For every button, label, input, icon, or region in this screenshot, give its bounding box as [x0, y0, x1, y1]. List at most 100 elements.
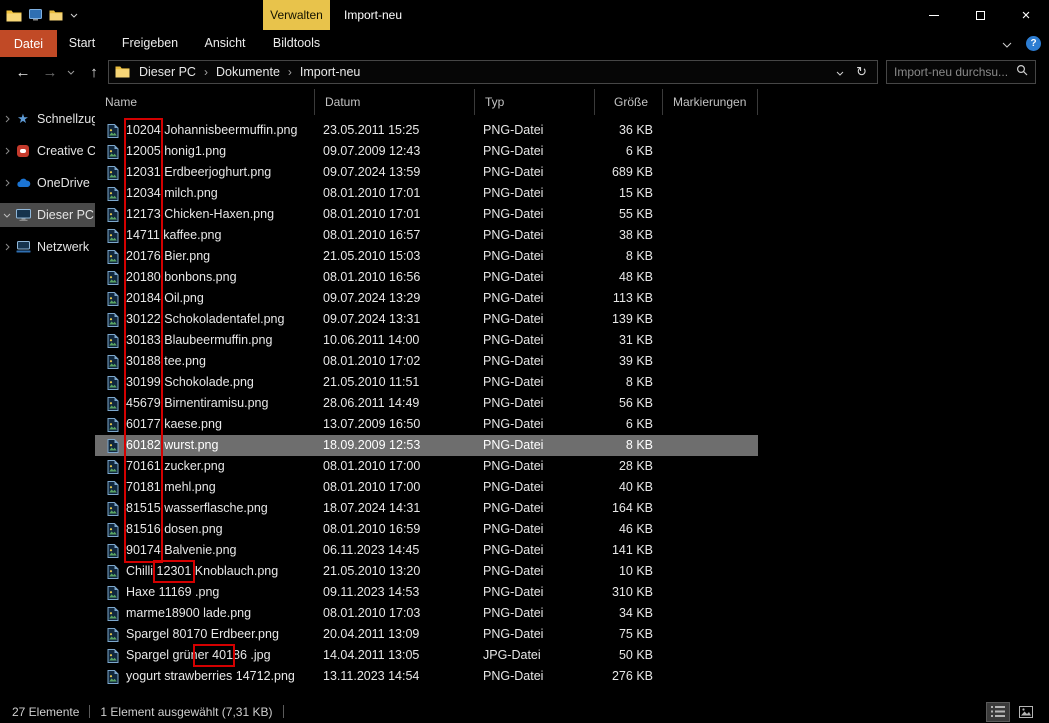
file-type: PNG-Datei	[475, 183, 595, 204]
file-date: 13.07.2009 16:50	[315, 414, 475, 435]
file-row[interactable]: 12034 milch.png 08.01.2010 17:01 PNG-Dat…	[95, 183, 758, 204]
column-header-name[interactable]: Name	[95, 89, 315, 115]
file-row[interactable]: 90174 Balvenie.png 06.11.2023 14:45 PNG-…	[95, 540, 758, 561]
file-size: 38 KB	[595, 225, 663, 246]
file-row[interactable]: 70181 mehl.png 08.01.2010 17:00 PNG-Date…	[95, 477, 758, 498]
item-count-label: 27 Elemente	[12, 705, 79, 719]
file-type: PNG-Datei	[475, 414, 595, 435]
file-row[interactable]: Haxe 11169 .png 09.11.2023 14:53 PNG-Dat…	[95, 582, 758, 603]
customize-toolbar-chevron-icon[interactable]	[70, 13, 78, 18]
address-dropdown-chevron-icon[interactable]	[836, 65, 844, 79]
column-header-markierungen[interactable]: Markierungen	[663, 89, 758, 115]
expander-chevron-icon[interactable]	[0, 243, 14, 251]
file-row[interactable]: 30199 Schokolade.png 21.05.2010 11:51 PN…	[95, 372, 758, 393]
file-row[interactable]: 20180 bonbons.png 08.01.2010 16:56 PNG-D…	[95, 267, 758, 288]
breadcrumb-import-neu[interactable]: Import-neu	[297, 65, 363, 79]
file-row[interactable]: 81516 dosen.png 08.01.2010 16:59 PNG-Dat…	[95, 519, 758, 540]
file-list: 10204 Johannisbeermuffin.png 23.05.2011 …	[95, 120, 758, 687]
file-tags	[663, 435, 758, 456]
column-header-groesse[interactable]: Größe	[595, 89, 663, 115]
close-button[interactable]: ×	[1003, 0, 1049, 30]
file-row[interactable]: 30188 tee.png 08.01.2010 17:02 PNG-Datei…	[95, 351, 758, 372]
tab-freigeben[interactable]: Freigeben	[112, 30, 188, 57]
file-row[interactable]: 14711 kaffee.png 08.01.2010 16:57 PNG-Da…	[95, 225, 758, 246]
file-name: 12034 milch.png	[126, 183, 218, 204]
file-row[interactable]: 70161 zucker.png 08.01.2010 17:00 PNG-Da…	[95, 456, 758, 477]
file-row[interactable]: 12031 Erdbeerjoghurt.png 09.07.2024 13:5…	[95, 162, 758, 183]
file-name: 70181 mehl.png	[126, 477, 216, 498]
file-row[interactable]: 20184 Oil.png 09.07.2024 13:29 PNG-Datei…	[95, 288, 758, 309]
file-row[interactable]: 81515 wasserflasche.png 18.07.2024 14:31…	[95, 498, 758, 519]
tab-datei[interactable]: Datei	[0, 30, 57, 57]
file-size: 34 KB	[595, 603, 663, 624]
file-row[interactable]: Spargel grüner 40186 .jpg 14.04.2011 13:…	[95, 645, 758, 666]
file-row[interactable]: 20176 Bier.png 21.05.2010 15:03 PNG-Date…	[95, 246, 758, 267]
expander-chevron-icon[interactable]	[0, 147, 14, 155]
file-tags	[663, 603, 758, 624]
recent-locations-chevron-icon[interactable]	[62, 57, 80, 87]
sidebar-item-quick-access[interactable]: ★ Schnellzugriff	[0, 107, 95, 131]
tab-start[interactable]: Start	[58, 30, 106, 57]
properties-button[interactable]	[29, 9, 42, 21]
forward-button[interactable]: →	[38, 57, 62, 87]
tab-bildtools[interactable]: Bildtools	[263, 30, 330, 57]
new-folder-button[interactable]	[49, 10, 63, 21]
address-bar[interactable]: Dieser PC › Dokumente › Import-neu ↻	[108, 60, 878, 84]
file-row[interactable]: 60182 wurst.png 18.09.2009 12:53 PNG-Dat…	[95, 435, 758, 456]
file-row[interactable]: 12005 honig1.png 09.07.2009 12:43 PNG-Da…	[95, 141, 758, 162]
file-size: 6 KB	[595, 414, 663, 435]
file-row[interactable]: 30122 Schokoladentafel.png 09.07.2024 13…	[95, 309, 758, 330]
file-name: Spargel grüner 40186 .jpg	[126, 645, 271, 666]
expand-ribbon-chevron-icon[interactable]	[1002, 35, 1012, 53]
file-tags	[663, 372, 758, 393]
breadcrumb-dieser-pc[interactable]: Dieser PC	[136, 65, 199, 79]
thumbnails-view-button[interactable]	[1015, 703, 1037, 721]
file-row[interactable]: 45679 Birnentiramisu.png 28.06.2011 14:4…	[95, 393, 758, 414]
file-size: 8 KB	[595, 435, 663, 456]
search-icon[interactable]	[1016, 63, 1028, 81]
file-type: PNG-Datei	[475, 561, 595, 582]
sidebar-item-creative-cloud[interactable]: Creative Cloud Files	[0, 139, 95, 163]
image-file-icon	[107, 586, 119, 600]
sidebar-item-dieser-pc[interactable]: Dieser PC	[0, 203, 95, 227]
tab-ansicht[interactable]: Ansicht	[194, 30, 256, 57]
file-row[interactable]: marme18900 lade.png 08.01.2010 17:03 PNG…	[95, 603, 758, 624]
maximize-button[interactable]	[957, 0, 1003, 30]
file-date: 18.09.2009 12:53	[315, 435, 475, 456]
file-row[interactable]: yogurt strawberries 14712.png 13.11.2023…	[95, 666, 758, 687]
file-row[interactable]: Chilli 12301 Knoblauch.png 21.05.2010 13…	[95, 561, 758, 582]
sidebar-item-netzwerk[interactable]: Netzwerk	[0, 235, 95, 259]
breadcrumb-dokumente[interactable]: Dokumente	[213, 65, 283, 79]
file-row[interactable]: 60177 kaese.png 13.07.2009 16:50 PNG-Dat…	[95, 414, 758, 435]
details-view-button[interactable]	[987, 703, 1009, 721]
search-box[interactable]	[886, 60, 1036, 84]
file-row[interactable]: Spargel 80170 Erdbeer.png 20.04.2011 13:…	[95, 624, 758, 645]
file-name: 12173 Chicken-Haxen.png	[126, 204, 274, 225]
file-size: 39 KB	[595, 351, 663, 372]
help-icon[interactable]: ?	[1026, 36, 1041, 51]
file-date: 21.05.2010 15:03	[315, 246, 475, 267]
back-button[interactable]: ←	[10, 57, 36, 87]
sidebar-item-onedrive[interactable]: OneDrive	[0, 171, 95, 195]
image-file-icon	[107, 124, 119, 138]
file-tags	[663, 351, 758, 372]
column-header-datum[interactable]: Datum	[315, 89, 475, 115]
expander-chevron-icon[interactable]	[0, 179, 14, 187]
file-tags	[663, 288, 758, 309]
up-button[interactable]: ↑	[82, 57, 106, 87]
column-header-typ[interactable]: Typ	[475, 89, 595, 115]
expander-chevron-icon[interactable]	[0, 213, 14, 218]
image-file-icon	[107, 523, 119, 537]
file-name: 12031 Erdbeerjoghurt.png	[126, 162, 271, 183]
minimize-button[interactable]	[911, 0, 957, 30]
file-name: 45679 Birnentiramisu.png	[126, 393, 268, 414]
expander-chevron-icon[interactable]	[0, 115, 14, 123]
file-size: 50 KB	[595, 645, 663, 666]
file-row[interactable]: 12173 Chicken-Haxen.png 08.01.2010 17:01…	[95, 204, 758, 225]
file-row[interactable]: 30183 Blaubeermuffin.png 10.06.2011 14:0…	[95, 330, 758, 351]
refresh-icon[interactable]: ↻	[856, 64, 867, 80]
file-row[interactable]: 10204 Johannisbeermuffin.png 23.05.2011 …	[95, 120, 758, 141]
search-input[interactable]	[894, 65, 1016, 79]
image-file-icon	[107, 145, 119, 159]
verwalten-contextual-tab[interactable]: Verwalten	[263, 0, 330, 30]
